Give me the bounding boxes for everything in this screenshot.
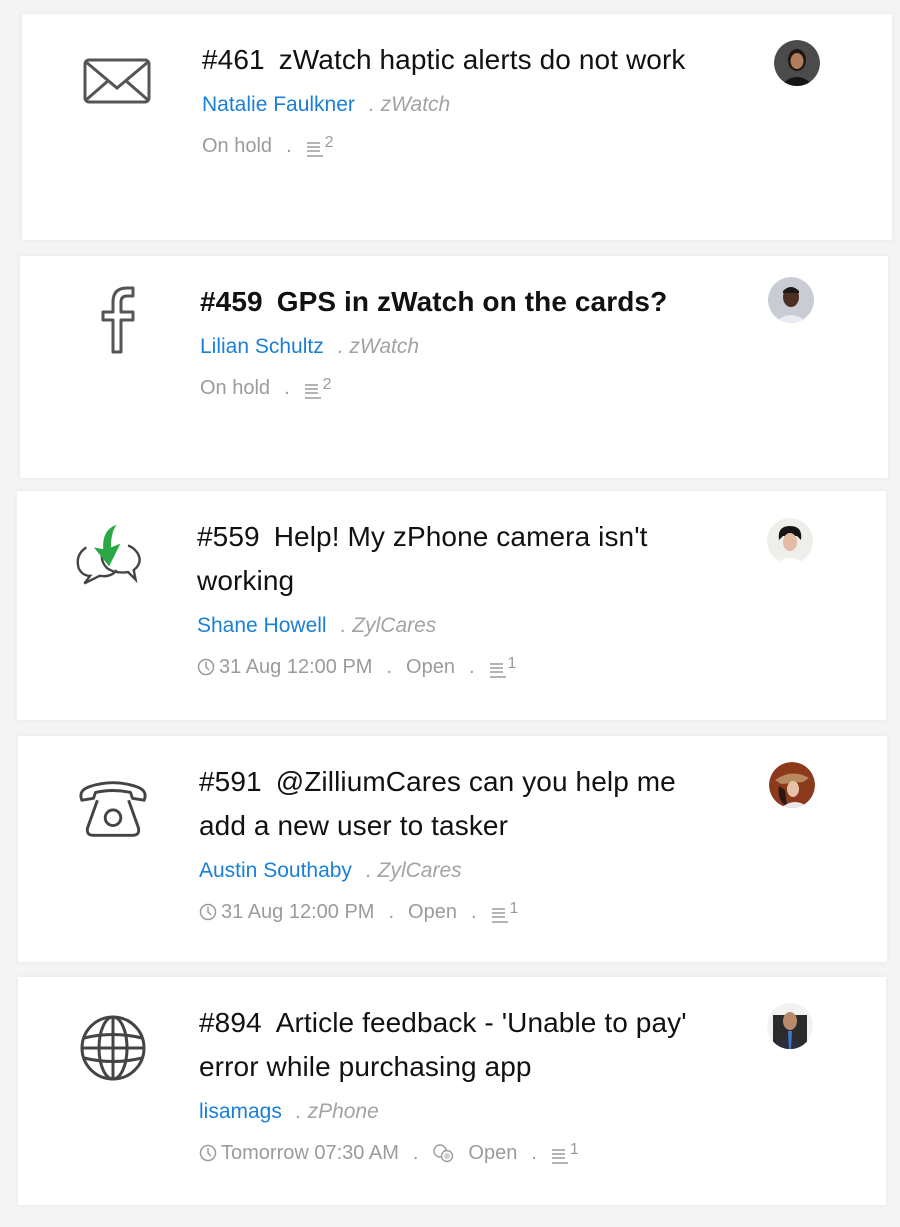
ticket-subject[interactable]: #459 GPS in zWatch on the cards?: [200, 280, 720, 324]
ticket-card[interactable]: #559 Help! My zPhone camera isn't working…: [17, 491, 886, 720]
product-label: ZylCares: [352, 614, 437, 637]
ticket-subject[interactable]: #591 @ZilliumCares can you help me add a …: [199, 760, 719, 848]
avatar-lilian-schultz[interactable]: [768, 277, 814, 323]
separator: .: [284, 377, 290, 399]
clock-icon: [199, 903, 217, 921]
merge-icon: [433, 1144, 454, 1163]
thread-count[interactable]: 1: [489, 655, 517, 678]
status-label[interactable]: On hold: [202, 132, 272, 160]
contact-link[interactable]: Natalie Faulkner: [202, 93, 355, 116]
ticket-card[interactable]: #459 GPS in zWatch on the cards? Lilian S…: [20, 256, 888, 478]
threads-icon: [304, 384, 321, 399]
ticket-card[interactable]: #591 @ZilliumCares can you help me add a …: [18, 736, 887, 962]
avatar-shane-howell[interactable]: [767, 518, 813, 564]
thread-count-value: 1: [507, 655, 517, 672]
ticket-number: #459: [200, 286, 263, 317]
separator: .: [386, 656, 393, 678]
ticket-number: #461: [202, 44, 265, 75]
ticket-number: #591: [199, 766, 262, 797]
globe-icon: [76, 1011, 150, 1085]
ticket-subject-text: Help! My zPhone camera isn't working: [197, 521, 648, 596]
ticket-subject-text: GPS in zWatch on the cards?: [276, 286, 668, 317]
separator: .: [295, 1100, 302, 1123]
ticket-subject-text: Article feedback - 'Unable to pay' error…: [199, 1007, 687, 1082]
ticket-subject-text: zWatch haptic alerts do not work: [278, 44, 686, 75]
thread-count-value: 2: [322, 376, 332, 393]
status-label[interactable]: On hold: [200, 374, 270, 402]
product-label: zWatch: [349, 335, 420, 358]
product-label: ZylCares: [377, 859, 462, 882]
thread-count[interactable]: 1: [491, 900, 519, 923]
clock-icon: [197, 658, 215, 676]
separator: .: [531, 1142, 537, 1164]
product-name: . zWatch: [369, 93, 450, 116]
avatar-natalie-faulkner[interactable]: [774, 40, 820, 86]
product-name: . ZylCares: [366, 859, 462, 882]
separator: .: [368, 93, 375, 116]
contact-link[interactable]: Shane Howell: [197, 614, 327, 637]
separator: .: [412, 1142, 419, 1164]
contact-link[interactable]: Austin Southaby: [199, 859, 352, 882]
status-label[interactable]: Open: [468, 1139, 517, 1167]
ticket-card[interactable]: #894 Article feedback - 'Unable to pay' e…: [18, 977, 886, 1205]
status-label[interactable]: Open: [408, 898, 457, 926]
thread-count[interactable]: 2: [306, 135, 334, 157]
chat-incoming-icon: [73, 517, 147, 591]
status-label[interactable]: Open: [406, 653, 455, 681]
separator: .: [468, 656, 475, 678]
due-date: 31 Aug 12:00 PM: [219, 656, 373, 678]
ticket-subject-text: @ZilliumCares can you help me add a new …: [199, 766, 676, 841]
thread-count-value: 1: [569, 1141, 579, 1158]
ticket-subject[interactable]: #461 zWatch haptic alerts do not work: [202, 38, 722, 82]
ticket-number: #559: [197, 521, 260, 552]
threads-icon: [551, 1149, 568, 1164]
thread-count[interactable]: 1: [551, 1142, 579, 1164]
phone-icon: [76, 772, 150, 846]
separator: .: [470, 901, 477, 923]
facebook-icon: [78, 282, 152, 356]
contact-link[interactable]: Lilian Schultz: [200, 335, 324, 358]
mail-icon: [80, 44, 154, 118]
separator: .: [340, 614, 347, 637]
product-name: . ZylCares: [341, 614, 437, 637]
ticket-subject[interactable]: #559 Help! My zPhone camera isn't working: [197, 515, 717, 603]
product-label: zWatch: [380, 93, 451, 116]
separator: .: [337, 335, 344, 358]
contact-link[interactable]: lisamags: [199, 1100, 282, 1123]
separator: .: [286, 135, 292, 157]
ticket-subject[interactable]: #894 Article feedback - 'Unable to pay' e…: [199, 1001, 719, 1089]
product-name: . zPhone: [296, 1100, 379, 1123]
product-label: zPhone: [307, 1100, 379, 1123]
ticket-card[interactable]: #461 zWatch haptic alerts do not work Nat…: [22, 14, 892, 240]
threads-icon: [491, 908, 508, 923]
product-name: . zWatch: [338, 335, 419, 358]
separator: .: [388, 901, 395, 923]
thread-count-value: 2: [324, 134, 334, 151]
threads-icon: [489, 663, 506, 678]
thread-count[interactable]: 2: [304, 377, 332, 399]
due-date: 31 Aug 12:00 PM: [221, 901, 375, 923]
due-date: Tomorrow 07:30 AM: [221, 1142, 399, 1164]
avatar-lisamags[interactable]: [767, 1003, 813, 1049]
avatar-austin-southaby[interactable]: [769, 762, 815, 808]
clock-icon: [199, 1144, 217, 1162]
separator: .: [365, 859, 372, 882]
ticket-number: #894: [199, 1007, 262, 1038]
threads-icon: [306, 142, 323, 157]
thread-count-value: 1: [509, 900, 519, 917]
